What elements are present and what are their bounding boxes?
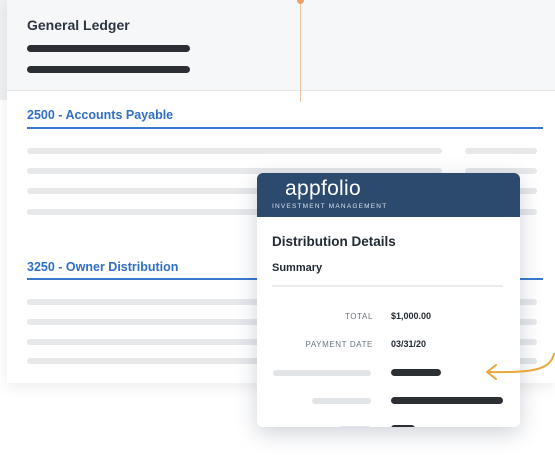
appfolio-logo: appfolio xyxy=(285,177,361,200)
section-title-owner-distribution[interactable]: 3250 - Owner Distribution xyxy=(27,260,178,274)
header-placeholder-bar xyxy=(27,66,190,73)
arrow-pointer-icon xyxy=(486,353,555,380)
ledger-header: General Ledger xyxy=(7,0,555,91)
placeholder-line xyxy=(465,148,537,154)
placeholder-line xyxy=(27,148,442,154)
header-placeholder-bar xyxy=(27,45,190,52)
section-divider xyxy=(27,127,543,129)
placeholder-line xyxy=(312,398,371,404)
card-title: Distribution Details xyxy=(272,234,396,249)
distribution-details-card: appfolio INVESTMENT MANAGEMENT Distribut… xyxy=(257,173,520,427)
total-label: TOTAL xyxy=(344,312,373,321)
placeholder-line xyxy=(273,370,371,376)
card-subtitle: Summary xyxy=(272,262,323,274)
total-value: $1,000.00 xyxy=(391,311,432,321)
placeholder-line xyxy=(339,426,371,427)
placeholder-value xyxy=(391,369,441,376)
payment-date-value: 03/31/20 xyxy=(391,339,427,349)
placeholder-value xyxy=(391,397,503,404)
placeholder-value xyxy=(391,425,415,427)
brand-tagline: INVESTMENT MANAGEMENT xyxy=(272,203,388,210)
payment-date-label: PAYMENT DATE xyxy=(305,340,373,349)
brand-header: appfolio INVESTMENT MANAGEMENT xyxy=(257,173,520,217)
section-title-accounts-payable[interactable]: 2500 - Accounts Payable xyxy=(27,108,173,122)
guide-line xyxy=(300,0,301,102)
card-divider xyxy=(272,285,503,287)
page-title: General Ledger xyxy=(27,17,130,33)
